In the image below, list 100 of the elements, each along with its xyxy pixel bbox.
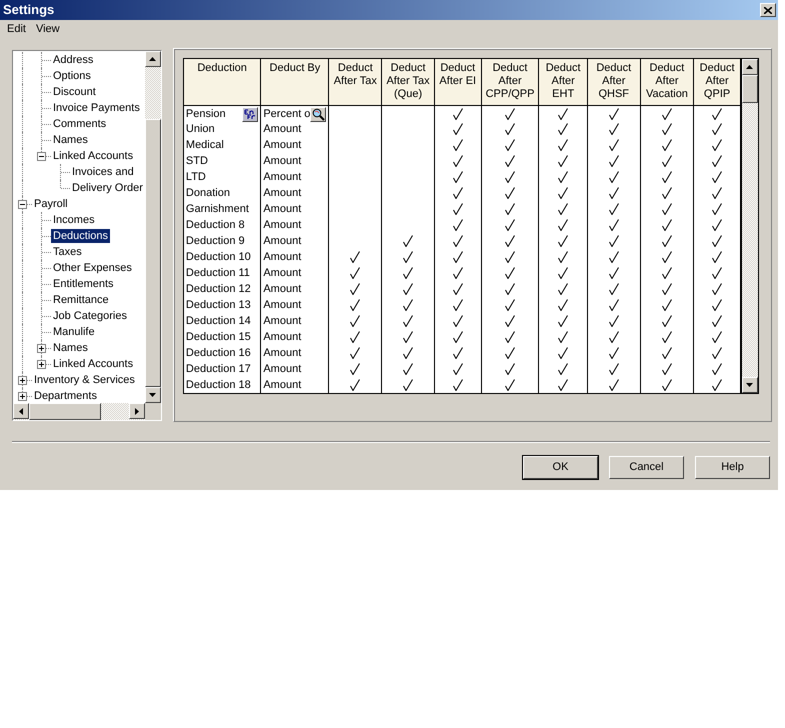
check-icon: [608, 283, 619, 296]
tree-item[interactable]: Payroll: [32, 197, 70, 211]
check-icon: [403, 283, 414, 296]
check-icon: [505, 203, 516, 216]
column-header: Deduct After EHT: [538, 59, 588, 105]
check-icon: [662, 251, 672, 264]
scrollbar-thumb[interactable]: [742, 75, 758, 103]
tree-item[interactable]: Taxes: [51, 245, 84, 259]
tree-item[interactable]: Names: [51, 133, 90, 147]
check-icon: [505, 267, 516, 280]
arrow-right-icon: [134, 408, 139, 414]
check-icon: [452, 299, 463, 312]
expand-icon[interactable]: [37, 360, 46, 369]
check-icon: [558, 187, 568, 200]
menu-item[interactable]: View: [30, 20, 65, 38]
check-icon: [452, 267, 463, 280]
dialog-button[interactable]: Cancel: [609, 456, 684, 479]
dialog-button[interactable]: OK: [523, 456, 598, 479]
scrollbar-thumb[interactable]: [144, 119, 161, 387]
scroll-right-button[interactable]: [128, 403, 145, 419]
table-cell: Medical: [184, 138, 261, 154]
check-icon: [662, 379, 672, 392]
check-icon: [505, 219, 516, 232]
check-icon: [452, 315, 463, 328]
check-icon: [505, 108, 516, 120]
check-icon: [608, 379, 619, 392]
table-cell: Amount: [260, 154, 329, 170]
check-icon: [403, 331, 414, 344]
check-icon: [608, 171, 619, 184]
table-cell: Amount: [260, 314, 329, 330]
column-header: Deduct After QPIP: [694, 59, 740, 105]
scroll-down-button[interactable]: [742, 377, 758, 393]
check-icon: [350, 331, 360, 344]
close-button[interactable]: [760, 3, 776, 17]
check-icon: [350, 347, 360, 360]
check-icon: [608, 315, 619, 328]
collapse-icon[interactable]: [37, 152, 46, 161]
scroll-up-button[interactable]: [742, 59, 758, 75]
table-cell: Amount: [260, 330, 329, 346]
table-cell: Deduction 12: [184, 282, 261, 298]
check-icon: [558, 123, 568, 136]
expand-icon[interactable]: [18, 392, 27, 401]
dialog-button[interactable]: Help: [695, 456, 770, 479]
check-icon: [712, 315, 722, 328]
tree-item[interactable]: Inventory & Services: [32, 373, 137, 387]
check-icon: [452, 379, 463, 392]
tree-item[interactable]: Deductions: [51, 229, 110, 243]
tree-item[interactable]: Job Categories: [51, 309, 129, 323]
check-icon: [452, 203, 463, 216]
check-icon: [403, 299, 414, 312]
tree-item[interactable]: Linked Accounts: [51, 357, 136, 371]
table-cell: Deduction 18: [184, 378, 261, 394]
check-icon: [403, 379, 414, 392]
arrow-down-icon: [746, 383, 754, 387]
magnifier-icon[interactable]: [310, 106, 326, 122]
check-icon: [712, 155, 722, 168]
tree-item[interactable]: Manulife: [51, 325, 97, 339]
tree-item[interactable]: Incomes: [51, 213, 97, 227]
tree-item[interactable]: Delivery Order: [70, 181, 145, 195]
check-icon: [505, 187, 516, 200]
check-icon: [350, 299, 360, 312]
scroll-left-button[interactable]: [13, 403, 29, 419]
tree-item[interactable]: Comments: [51, 117, 108, 131]
column-header: Deduct After EI: [434, 59, 482, 105]
check-icon: [558, 108, 568, 120]
check-icon: [662, 331, 672, 344]
check-icon: [350, 251, 360, 264]
close-icon: [764, 6, 772, 14]
tree-item[interactable]: Names: [51, 341, 90, 355]
tree-item[interactable]: Departments: [32, 389, 99, 403]
tree-item[interactable]: Invoice Payments: [51, 101, 142, 115]
table-cell: Amount: [260, 378, 329, 394]
scroll-down-button[interactable]: [144, 387, 161, 403]
collapse-icon[interactable]: [18, 200, 27, 209]
scroll-up-button[interactable]: [144, 51, 161, 67]
tree-item[interactable]: Discount: [51, 85, 98, 99]
arrow-up-icon: [149, 57, 156, 61]
check-icon: [662, 187, 672, 200]
language-icon[interactable]: [242, 106, 258, 122]
tree-item[interactable]: Address: [51, 53, 96, 67]
expand-icon[interactable]: [37, 344, 46, 353]
check-icon: [712, 219, 722, 232]
tree-item[interactable]: Invoices and: [70, 165, 136, 179]
tree-item[interactable]: Other Expenses: [51, 261, 134, 275]
expand-icon[interactable]: [18, 376, 27, 385]
check-icon: [403, 315, 414, 328]
check-icon: [505, 331, 516, 344]
table-cell: Donation: [184, 186, 261, 202]
check-icon: [452, 123, 463, 136]
scrollbar-thumb[interactable]: [29, 403, 101, 420]
check-icon: [558, 347, 568, 360]
check-icon: [558, 363, 568, 376]
column-header: Deduct After Tax: [328, 59, 382, 105]
tree-item[interactable]: Options: [51, 69, 93, 83]
menu-item[interactable]: Edit: [2, 20, 31, 38]
tree-item[interactable]: Linked Accounts: [51, 149, 136, 163]
check-icon: [452, 331, 463, 344]
tree-item[interactable]: Remittance: [51, 293, 111, 307]
tree-item[interactable]: Entitlements: [51, 277, 116, 291]
check-icon: [350, 267, 360, 280]
